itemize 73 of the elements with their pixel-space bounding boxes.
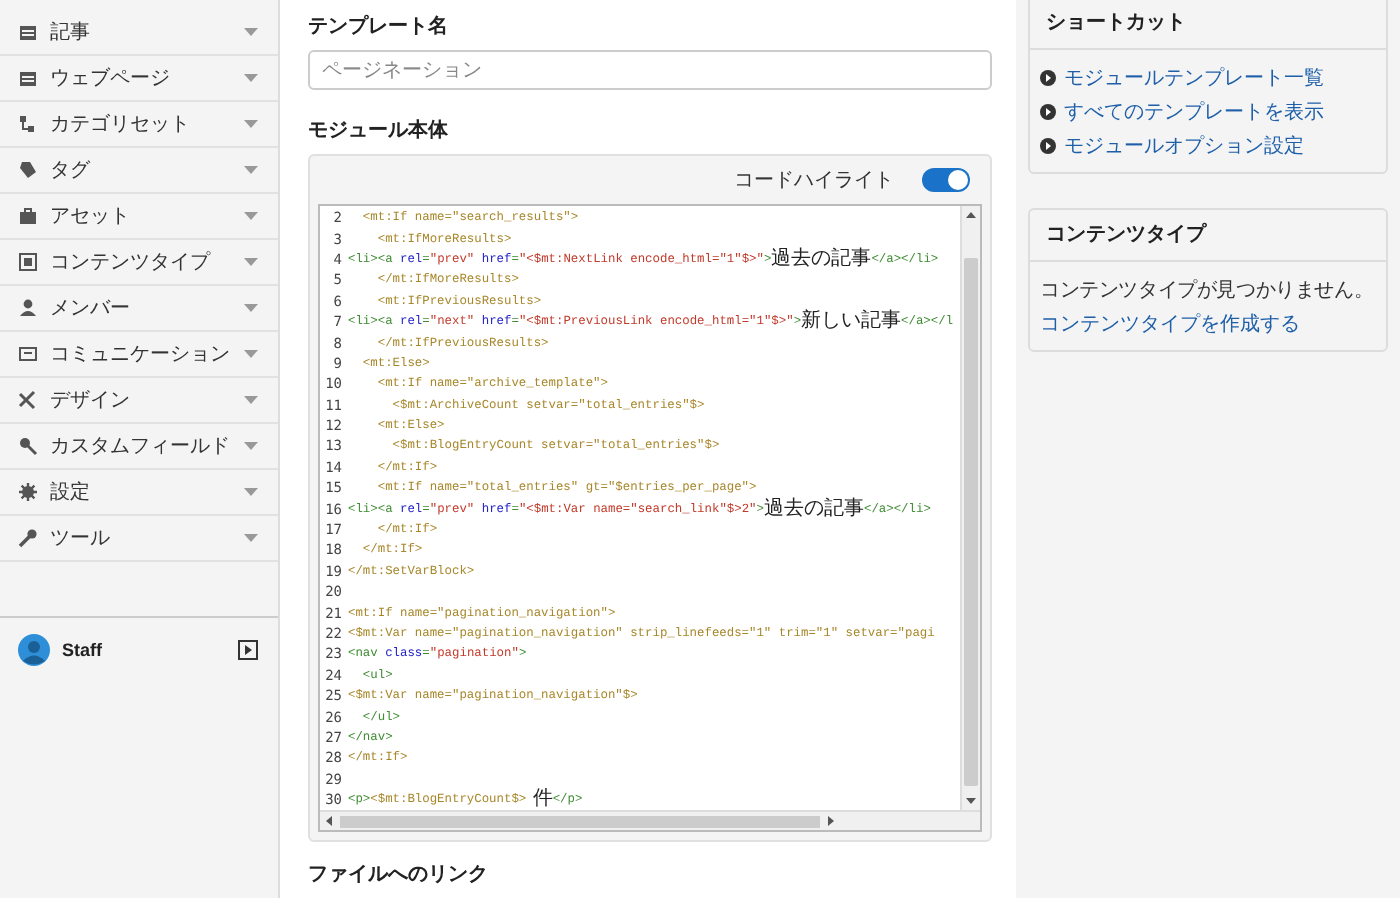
sidebar-label: カスタムフィールド — [50, 434, 232, 460]
sidebar-item[interactable]: ツール — [0, 516, 278, 562]
panel-title: コンテンツタイプ — [1030, 210, 1386, 262]
chevron-down-icon — [244, 166, 258, 174]
horizontal-scrollbar[interactable] — [320, 810, 980, 830]
field-label: モジュール本体 — [308, 117, 450, 144]
sidebar-label: アセット — [50, 204, 132, 230]
chevron-down-icon — [244, 534, 258, 542]
field-label: ファイルへのリンク — [308, 862, 490, 888]
input-field[interactable]: ページネーション — [308, 50, 992, 90]
sidebar-label: コミュニケーション — [50, 342, 232, 368]
chevron-down-icon — [244, 74, 258, 82]
chat-icon — [18, 344, 38, 364]
wrench-icon — [18, 528, 38, 548]
sidebar-label: 設定 — [50, 479, 92, 506]
chevron-down-icon — [244, 28, 258, 36]
arrow-circle-icon — [1040, 138, 1056, 154]
sidebar-label: ツール — [50, 526, 112, 552]
sidebar-item[interactable]: コミュニケーション — [0, 332, 278, 378]
scroll-up-icon — [966, 212, 976, 218]
avatar-icon — [18, 634, 50, 666]
sidebar-item[interactable]: カテゴリセット — [0, 102, 278, 148]
chevron-down-icon — [244, 120, 258, 128]
user-name[interactable]: Staff — [62, 640, 238, 660]
toggle-label: コードハイライト — [734, 168, 894, 194]
briefcase-icon — [18, 206, 38, 226]
shortcut-link[interactable]: モジュールオプション設定 — [1040, 132, 1304, 160]
document-icon — [18, 68, 38, 88]
sidebar-label: コンテンツタイプ — [50, 249, 213, 276]
sidebar-item[interactable]: ウェブページ — [0, 56, 278, 102]
chevron-down-icon — [244, 350, 258, 358]
sidebar-item[interactable]: メンバー — [0, 286, 278, 332]
sidebar-item[interactable]: アセット — [0, 194, 278, 240]
play-icon — [238, 640, 258, 660]
grid-icon — [18, 252, 38, 272]
chevron-down-icon — [244, 258, 258, 266]
create-link[interactable]: コンテンツタイプを作成する — [1040, 310, 1300, 338]
chevron-down-icon — [244, 488, 258, 496]
sidebar-item[interactable]: コンテンツタイプ — [0, 240, 278, 286]
panel-title: ショートカット — [1030, 0, 1386, 50]
scroll-right-icon — [828, 816, 834, 826]
sidebar-label: タグ — [50, 158, 92, 184]
vertical-scrollbar[interactable] — [960, 206, 980, 810]
scroll-left-icon — [326, 816, 332, 826]
user-icon — [18, 298, 38, 318]
sidebar-label: メンバー — [50, 296, 132, 322]
shortcut-link[interactable]: モジュールテンプレート一覧 — [1040, 64, 1324, 92]
empty-message: コンテンツタイプが見つかりません。 — [1040, 277, 1374, 304]
sidebar-item[interactable]: デザイン — [0, 378, 278, 424]
tag-icon — [18, 160, 38, 180]
hierarchy-icon — [18, 114, 38, 134]
play-button[interactable] — [238, 640, 258, 660]
chevron-down-icon — [244, 212, 258, 220]
sidebar-item[interactable]: 設定 — [0, 470, 278, 516]
shortcut-link[interactable]: すべてのテンプレートを表示 — [1040, 98, 1324, 126]
sidebar-item[interactable]: 記事 — [0, 10, 278, 56]
chevron-down-icon — [244, 442, 258, 450]
sidebar-item[interactable]: カスタムフィールド — [0, 424, 278, 470]
sidebar-label: ウェブページ — [50, 65, 172, 92]
scroll-down-icon — [966, 798, 976, 804]
sidebar-label: カテゴリセット — [50, 112, 192, 138]
arrow-circle-icon — [1040, 70, 1056, 86]
toggle-switch[interactable] — [922, 168, 970, 192]
key-icon — [18, 436, 38, 456]
field-label: テンプレート名 — [308, 12, 450, 40]
chevron-down-icon — [244, 304, 258, 312]
chevron-down-icon — [244, 396, 258, 404]
sidebar-label: デザイン — [50, 388, 132, 414]
arrow-circle-icon — [1040, 104, 1056, 120]
sidebar-label: 記事 — [50, 19, 92, 46]
sidebar-item[interactable]: タグ — [0, 148, 278, 194]
document-icon — [18, 22, 38, 42]
gear-icon — [18, 482, 38, 502]
